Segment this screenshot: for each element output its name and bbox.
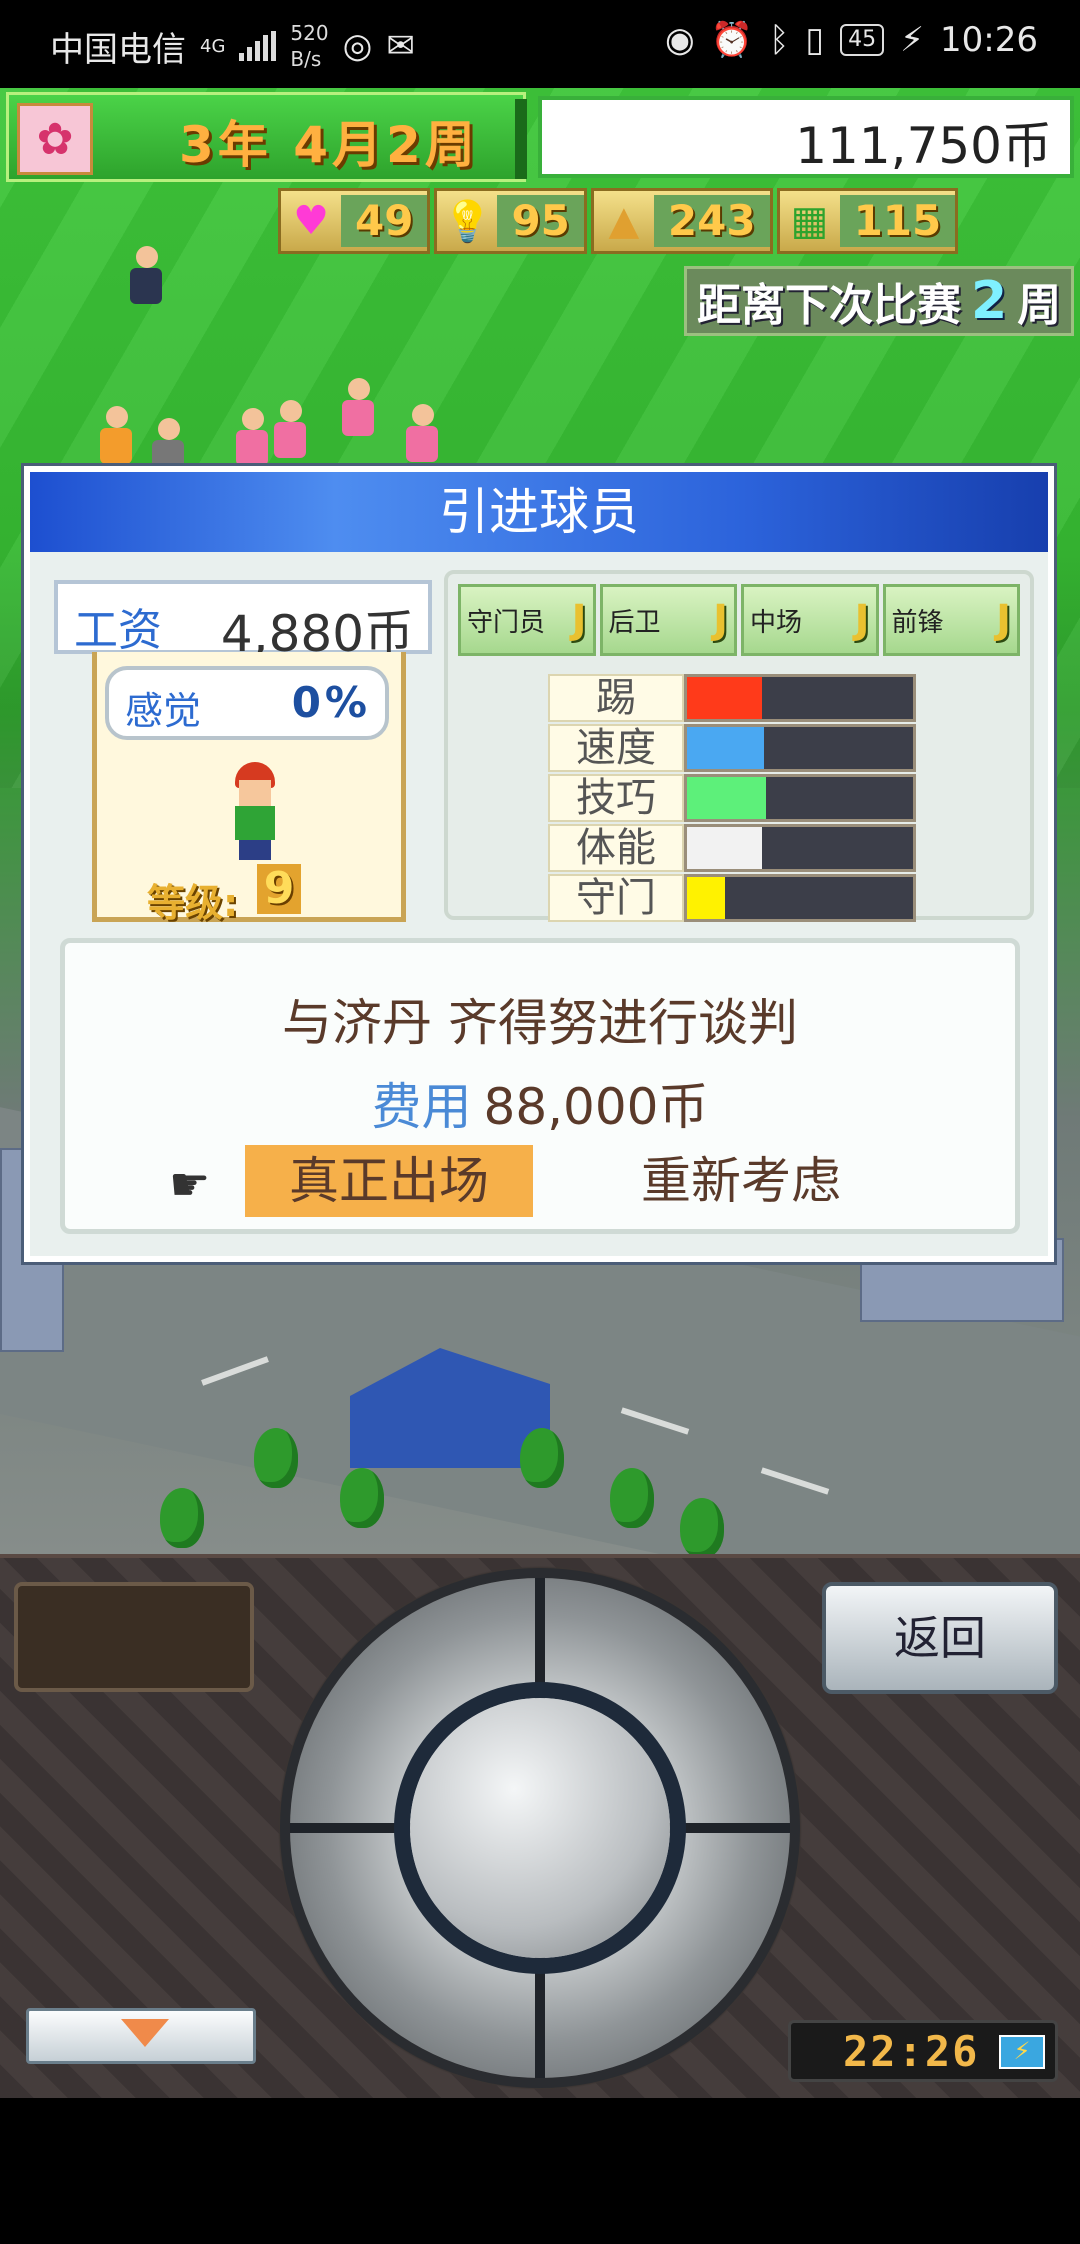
- cost-label: 费用: [371, 1078, 472, 1136]
- game-date: 3年 4月2周: [179, 116, 479, 174]
- clock-time: 22:26: [843, 2027, 980, 2076]
- top-hud: ✿ 3年 4月2周 111,750币: [6, 92, 1074, 184]
- cost-line: 费用 88,000币: [65, 1067, 1015, 1139]
- carrier-name: 中国电信: [50, 29, 186, 70]
- feeling-bubble: 感觉 0%: [105, 666, 389, 740]
- level-value: 9: [257, 864, 301, 914]
- position-defender: 后卫 J: [599, 584, 737, 656]
- signal-icon: [239, 31, 277, 61]
- bluetooth-icon: ᛒ: [769, 20, 790, 60]
- stat-value: 243: [653, 195, 770, 247]
- menu-toggle-button[interactable]: [26, 2008, 256, 2064]
- field-icon: ▦: [790, 198, 829, 244]
- coach-sprite[interactable]: [126, 246, 166, 316]
- status-bar: 中国电信 4G 520 B/s ◎ ✉ ◉ ⏰ ᛒ ▯ 45 ⚡ 10:26: [0, 0, 1080, 88]
- feeling-label: 感觉: [125, 689, 202, 733]
- wechat-icon: ✉: [386, 26, 415, 66]
- poop-icon: ▲: [608, 198, 640, 244]
- attribute-stamina: 体能: [548, 824, 920, 872]
- attribute-bar-fill: [687, 877, 726, 919]
- tree: [680, 1498, 724, 1554]
- attribute-list: 踢 速度 技巧 体能 守门: [548, 674, 920, 924]
- stat-value: 115: [839, 195, 956, 247]
- attribute-speed: 速度: [548, 724, 920, 772]
- feeling-value: 0%: [291, 678, 371, 727]
- attribute-technique: 技巧: [548, 774, 920, 822]
- ability-panel: 守门员 J 后卫 J 中场 J 前锋 J 踢 速度 技巧 体能 守门: [444, 570, 1034, 922]
- charging-icon: ⚡: [900, 20, 925, 60]
- salary-box: 工资 4,880币: [54, 580, 432, 663]
- next-match-weeks: 2: [971, 271, 1008, 331]
- status-time: 10:26: [940, 20, 1038, 60]
- player-sprite: [225, 762, 285, 862]
- position-ratings: 守门员 J 后卫 J 中场 J 前锋 J: [458, 584, 1020, 656]
- player-portrait: 感觉 0% 等级: 9: [92, 652, 406, 925]
- pointing-hand-icon: ☛: [169, 1157, 211, 1211]
- fan-sprite: [402, 404, 442, 474]
- arrow-down-icon: [121, 2019, 169, 2047]
- material-stat: ▲ 243: [590, 188, 773, 254]
- fan-sprite: [270, 400, 310, 470]
- network-speed: 520 B/s: [290, 21, 329, 71]
- position-forward: 前锋 J: [882, 584, 1020, 656]
- tree: [340, 1468, 384, 1528]
- tree: [254, 1428, 298, 1488]
- position-midfielder: 中场 J: [741, 584, 879, 656]
- stat-value: 49: [341, 195, 428, 247]
- back-button[interactable]: 返回: [822, 1582, 1058, 1694]
- confirm-button[interactable]: 真正出场: [245, 1145, 533, 1217]
- attribute-bar-fill: [687, 727, 764, 769]
- info-display: [14, 1582, 254, 1692]
- fan-sprite: [338, 378, 378, 448]
- lightbulb-icon: 💡: [442, 198, 493, 245]
- dpad[interactable]: [290, 1578, 790, 2078]
- vibrate-icon: ▯: [805, 20, 825, 60]
- next-match-label: 距离下次比赛: [697, 280, 961, 331]
- tree: [610, 1468, 654, 1528]
- money-panel: 111,750币: [538, 96, 1074, 178]
- field-stat: ▦ 115: [776, 188, 959, 254]
- stat-value: 95: [497, 195, 584, 247]
- sakura-icon: ✿: [17, 103, 93, 175]
- battery-indicator: 45: [840, 24, 885, 56]
- attribute-goalkeeping: 守门: [548, 874, 920, 922]
- position-goalkeeper: 守门员 J: [458, 584, 596, 656]
- negotiation-text: 与济丹 齐得努进行谈判: [282, 994, 798, 1052]
- level-label: 等级:: [147, 881, 239, 925]
- tree: [160, 1488, 204, 1548]
- network-type: 4G: [200, 35, 226, 57]
- dialog-title: 引进球员: [30, 472, 1048, 552]
- salary-label: 工资: [74, 605, 162, 656]
- reconsider-button[interactable]: 重新考虑: [611, 1145, 871, 1217]
- attribute-kick: 踢: [548, 674, 920, 722]
- game-clock: 22:26 ⚡: [788, 2020, 1058, 2082]
- cost-value: 88,000币: [483, 1078, 709, 1136]
- negotiation-panel: 与济丹 齐得努进行谈判 费用 88,000币 ☛ 真正出场 重新考虑: [60, 938, 1020, 1234]
- attribute-bar-fill: [687, 777, 767, 819]
- date-panel: ✿ 3年 4月2周: [6, 92, 527, 182]
- next-match-panel: 距离下次比赛 2 周: [684, 266, 1075, 336]
- recruit-player-dialog: 引进球员 工资 4,880币 感觉 0% 等级: 9 守门员 J 后卫 J 中场 J …: [24, 466, 1054, 1262]
- eye-icon: ◉: [665, 20, 695, 60]
- alarm-icon: ⏰: [710, 20, 754, 60]
- dpad-center-button[interactable]: [410, 1698, 670, 1958]
- tree: [520, 1428, 564, 1488]
- next-match-unit: 周: [1017, 280, 1062, 331]
- attribute-bar-fill: [687, 827, 762, 869]
- attribute-bar-fill: [687, 677, 762, 719]
- heart-icon: ♥: [293, 198, 329, 244]
- research-stat: 💡 95: [434, 188, 587, 254]
- stats-row: ♥ 49 💡 95 ▲ 243 ▦ 115: [278, 188, 959, 258]
- popularity-stat: ♥ 49: [278, 188, 431, 254]
- money-value: 111,750币: [795, 117, 1052, 175]
- battery-charging-icon: ⚡: [999, 2035, 1045, 2069]
- season-progress: [515, 99, 527, 179]
- sync-icon: ◎: [342, 26, 373, 66]
- controller-panel: 返回 22:26 ⚡: [0, 1554, 1080, 2098]
